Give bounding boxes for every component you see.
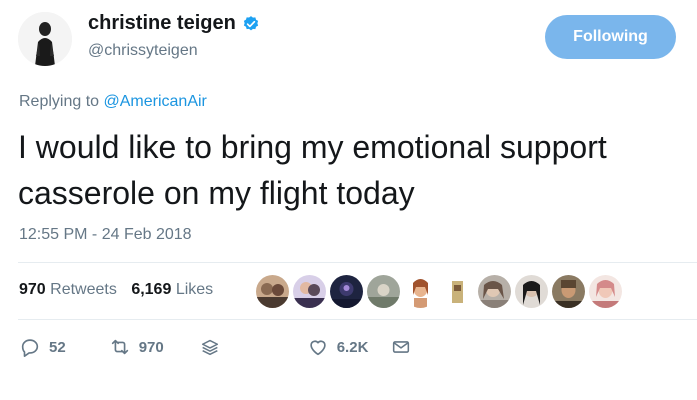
envelope-icon — [393, 341, 410, 353]
liker-avatar[interactable] — [330, 275, 363, 308]
liker-avatar[interactable] — [441, 275, 474, 308]
retweet-icon — [111, 339, 128, 355]
replying-prefix: Replying to — [19, 93, 104, 110]
tweet-timestamp[interactable]: 12:55 PM - 24 Feb 2018 — [19, 226, 192, 244]
tweet-actions: 52 970 6.2K — [19, 336, 412, 358]
like-count: 6.2K — [336, 338, 369, 356]
tweet-stats: 970 Retweets 6,169 Likes — [19, 281, 223, 299]
reply-icon — [21, 339, 39, 357]
avatar[interactable] — [18, 12, 72, 66]
liker-avatar[interactable] — [293, 275, 326, 308]
retweets-stat[interactable]: 970 Retweets — [19, 281, 117, 298]
liker-avatar[interactable] — [478, 275, 511, 308]
display-name[interactable]: christine teigen — [88, 12, 260, 35]
liker-avatar[interactable] — [589, 275, 622, 308]
retweet-count: 970 — [138, 338, 164, 356]
replying-to: Replying to @AmericanAir — [19, 93, 207, 111]
heart-icon — [310, 340, 326, 356]
liker-avatar[interactable] — [367, 275, 400, 308]
user-handle[interactable]: @chrissyteigen — [88, 42, 198, 60]
liker-avatar[interactable] — [552, 275, 585, 308]
liker-avatar[interactable] — [404, 275, 437, 308]
tweet-text: I would like to bring my emotional suppo… — [18, 129, 607, 211]
like-button[interactable]: 6.2K — [307, 336, 369, 358]
likes-stat[interactable]: 6,169 Likes — [131, 281, 213, 298]
reply-count: 52 — [49, 338, 66, 356]
avatar-image — [18, 12, 72, 66]
display-name-text[interactable]: christine teigen — [88, 12, 236, 35]
verified-badge-icon — [243, 15, 258, 30]
retweet-button[interactable]: 970 — [109, 336, 164, 358]
direct-message-button[interactable] — [390, 336, 412, 358]
divider — [18, 319, 697, 320]
liker-avatar[interactable] — [515, 275, 548, 308]
likes-count: 6,169 — [131, 281, 172, 298]
reply-button[interactable]: 52 — [19, 336, 66, 358]
retweets-label: Retweets — [50, 281, 117, 298]
likes-label: Likes — [175, 281, 214, 298]
layers-icon — [201, 339, 218, 356]
liker-avatars — [256, 275, 626, 308]
liker-avatar[interactable] — [256, 275, 289, 308]
layers-button[interactable] — [199, 336, 221, 358]
reply-mention-link[interactable]: @AmericanAir — [104, 93, 207, 110]
divider — [18, 262, 697, 263]
retweets-count: 970 — [19, 281, 46, 298]
following-button[interactable]: Following — [545, 15, 676, 59]
